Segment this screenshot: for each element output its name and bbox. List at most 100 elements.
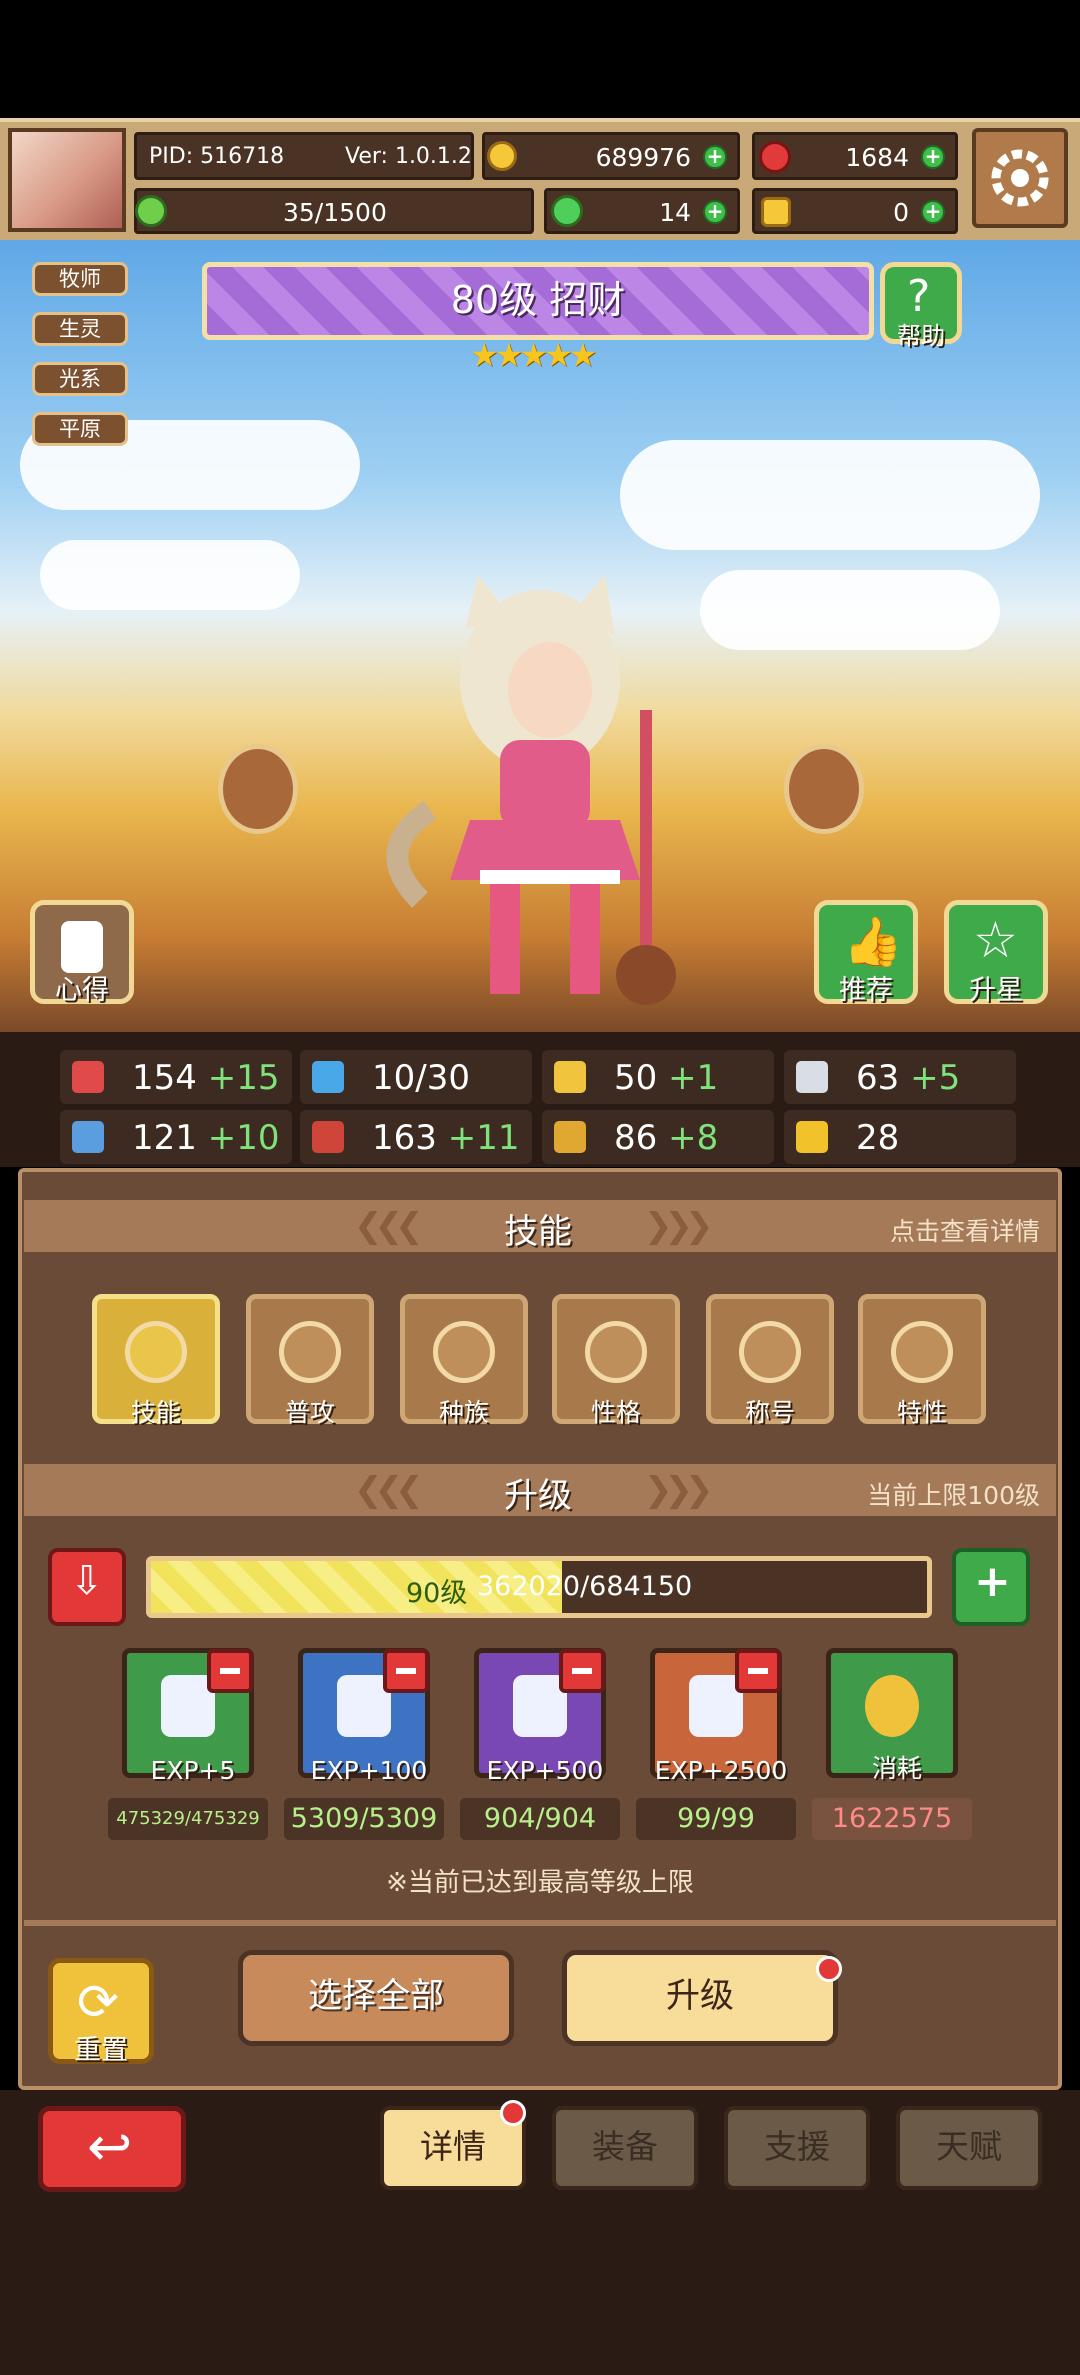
- chevron-left-icon: ❮❮❮: [354, 1470, 424, 1510]
- settings-gear-button[interactable]: [972, 128, 1068, 228]
- item-count: 99/99: [636, 1798, 796, 1840]
- skill-slot[interactable]: 特性: [858, 1294, 986, 1427]
- tab-support[interactable]: 支援: [724, 2106, 870, 2190]
- level-up-plus-button[interactable]: +: [952, 1548, 1030, 1626]
- skill-label: 普攻: [284, 1398, 335, 1427]
- recommend-button[interactable]: 👍 推荐: [814, 900, 918, 1006]
- stamina-panel: 35/1500: [134, 188, 534, 234]
- tab-talent[interactable]: 天赋: [896, 2106, 1042, 2190]
- crown-icon: [796, 1121, 828, 1153]
- item-label: 消耗: [871, 1754, 922, 1783]
- exp-item-slot[interactable]: EXP+100: [298, 1648, 430, 1785]
- arrow-down-icon: ⇩: [70, 1558, 104, 1604]
- exp-item-slot[interactable]: EXP+500: [474, 1648, 606, 1785]
- stat-bonus: +5: [910, 1058, 961, 1098]
- skill-label: 称号: [744, 1398, 795, 1427]
- star-icon: ☆: [973, 911, 1018, 969]
- reset-label: 重置: [74, 2035, 128, 2066]
- level-cap-hint: 当前上限100级: [867, 1481, 1040, 1510]
- player-avatar[interactable]: [8, 128, 126, 232]
- thumbs-up-icon: 👍: [843, 914, 903, 970]
- item-label: EXP+2500: [654, 1756, 788, 1785]
- heart-icon: [433, 1321, 495, 1383]
- shield-icon: [554, 1061, 586, 1093]
- stat-item: 86 +8: [542, 1110, 774, 1164]
- chevron-right-icon: ❯❯❯: [644, 1470, 714, 1510]
- stat-value: 28: [856, 1118, 899, 1158]
- plus-icon: +: [974, 1556, 1011, 1607]
- tab-equipment[interactable]: 装备: [552, 2106, 698, 2190]
- stat-item: 154 +15: [60, 1050, 292, 1104]
- add-clover-button[interactable]: +: [703, 200, 727, 224]
- skill-label: 种族: [438, 1398, 489, 1427]
- insight-button[interactable]: 心得: [30, 900, 134, 1006]
- heart-icon: [125, 1321, 187, 1383]
- stat-value: 121 +10: [132, 1118, 279, 1158]
- stat-value: 163 +11: [372, 1118, 519, 1158]
- stat-item: 63 +5: [784, 1050, 1016, 1104]
- stat-base: 121: [132, 1118, 197, 1158]
- star-up-label: 升星: [969, 975, 1023, 1006]
- stat-base: 154: [132, 1058, 197, 1098]
- item-label: EXP+5: [150, 1756, 236, 1785]
- remove-item-button[interactable]: [207, 1649, 253, 1693]
- stamina-leaf-icon: [135, 195, 167, 227]
- bean-token-icon: [218, 744, 298, 834]
- gold-amount: 689976: [595, 143, 691, 172]
- skill-slot[interactable]: 普攻: [246, 1294, 374, 1427]
- help-button[interactable]: ? 帮助: [880, 262, 962, 350]
- bean-token-icon: [784, 744, 864, 834]
- reset-button[interactable]: ⟳ 重置: [48, 1958, 154, 2066]
- stamina-amount: 35/1500: [283, 198, 387, 227]
- stat-base: 86: [614, 1118, 658, 1158]
- level-down-button[interactable]: ⇩: [48, 1548, 126, 1626]
- back-button[interactable]: ↩: [38, 2106, 186, 2192]
- race-tag: 生灵: [32, 312, 128, 346]
- remove-item-button[interactable]: [735, 1649, 781, 1693]
- note-icon: [61, 921, 103, 973]
- level-section-header: ❮❮❮ 升级 ❯❯❯ 当前上限100级: [24, 1464, 1056, 1516]
- stat-bonus: +10: [207, 1118, 280, 1158]
- key-icon: [761, 197, 791, 227]
- skill-label: 特性: [896, 1398, 947, 1427]
- stat-item: 28: [784, 1110, 1016, 1164]
- fist-icon: [72, 1121, 104, 1153]
- exp-item-slot[interactable]: EXP+5: [122, 1648, 254, 1785]
- terrain-tag: 平原: [32, 412, 128, 446]
- select-all-button[interactable]: 选择全部: [238, 1950, 514, 2046]
- stat-value: 86 +8: [614, 1118, 718, 1158]
- element-tag: 光系: [32, 362, 128, 396]
- gold-coin-icon: [865, 1675, 919, 1737]
- skill-slot[interactable]: 种族: [400, 1294, 528, 1427]
- cat-girl-hero-sprite: [386, 575, 676, 1005]
- skills-title: 技能: [504, 1212, 572, 1252]
- add-gem-button[interactable]: +: [921, 145, 945, 169]
- skill-slot[interactable]: 称号: [706, 1294, 834, 1427]
- cloud: [700, 570, 1000, 650]
- stat-item: 121 +10: [60, 1110, 292, 1164]
- skill-slot[interactable]: 性格: [552, 1294, 680, 1427]
- level-title: 升级: [504, 1476, 572, 1516]
- chevron-left-icon: ❮❮❮: [354, 1206, 424, 1246]
- star-rating: ★★★★★: [470, 336, 597, 374]
- remove-item-button[interactable]: [559, 1649, 605, 1693]
- upgrade-button[interactable]: 升级: [562, 1950, 838, 2046]
- remove-item-button[interactable]: [383, 1649, 429, 1693]
- add-key-button[interactable]: +: [921, 200, 945, 224]
- chevron-right-icon: ❯❯❯: [644, 1206, 714, 1246]
- gear-icon: [991, 149, 1049, 207]
- star-up-button[interactable]: ☆ 升星: [944, 900, 1048, 1006]
- stats-panel: 154 +15 10/30 50 +1 63 +5 121 +10 163 +11 86 +…: [0, 1032, 1080, 1167]
- exp-item-slot[interactable]: 消耗: [826, 1648, 958, 1783]
- skill-slot[interactable]: 技能: [92, 1294, 220, 1427]
- heart-icon: [72, 1061, 104, 1093]
- stat-base: 10/30: [372, 1058, 470, 1098]
- stat-value: 63 +5: [856, 1058, 960, 1098]
- gold-panel: 689976 +: [482, 132, 740, 180]
- add-gold-button[interactable]: +: [703, 145, 727, 169]
- heart-icon: [279, 1321, 341, 1383]
- skills-hint[interactable]: 点击查看详情: [890, 1212, 1040, 1248]
- stat-base: 163: [372, 1118, 437, 1158]
- cloud: [40, 540, 300, 610]
- exp-item-slot[interactable]: EXP+2500: [650, 1648, 787, 1785]
